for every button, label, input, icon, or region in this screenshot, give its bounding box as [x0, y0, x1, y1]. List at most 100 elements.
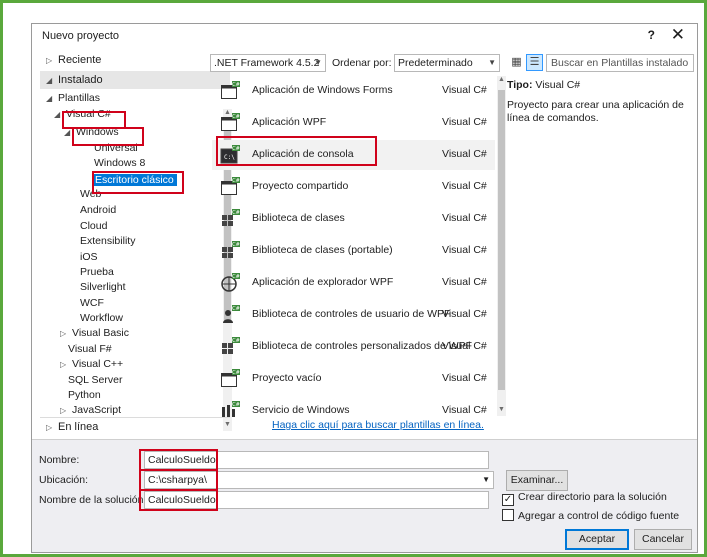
template-description: Proyecto para crear una aplicación de lí…	[507, 99, 684, 124]
wpf-browser-icon: C#	[220, 273, 240, 293]
wpf-custom-control-icon: C#	[220, 337, 240, 357]
chevron-down-icon: ▼	[488, 58, 496, 67]
tree-node[interactable]: Windows 8	[94, 156, 145, 171]
svg-text:C#: C#	[232, 402, 240, 408]
tree-node-label: Plantillas	[58, 92, 101, 104]
solution-name-label: Nombre de la solución:	[39, 494, 147, 506]
template-language: Visual C#	[442, 244, 487, 256]
svg-text:C#: C#	[232, 370, 240, 376]
template-scrollbar[interactable]: ▲ ▼	[497, 76, 506, 416]
tree-node[interactable]: ▷ Visual Basic	[60, 326, 129, 341]
template-item[interactable]: C# Aplicación WPF Visual C#	[212, 108, 495, 138]
tree-node[interactable]: Escritorio clásico	[92, 173, 177, 188]
windows-service-icon: C#	[220, 401, 240, 421]
help-button[interactable]: ?	[648, 28, 655, 42]
create-directory-checkbox[interactable]: ✓ Crear directorio para la solución	[502, 491, 667, 506]
tree-node-label: Windows 8	[94, 157, 146, 169]
collapsed-arrow-icon[interactable]: ▷	[60, 326, 72, 341]
tree-node[interactable]: Extensibility	[80, 234, 135, 249]
template-details: Tipo: Visual C# Proyecto para crear una …	[507, 79, 692, 125]
template-name: Aplicación WPF	[252, 116, 327, 128]
template-item[interactable]: C# Proyecto vacío Visual C#	[212, 364, 495, 394]
tree-node[interactable]: ▷ Visual C++	[60, 357, 123, 372]
new-project-dialog: Nuevo proyecto ? ✕ ▷ Reciente ◢ Instalado …	[31, 23, 698, 553]
template-language: Visual C#	[442, 276, 487, 288]
grid-view-icon[interactable]: ▦	[508, 54, 525, 71]
template-scroll-thumb[interactable]	[498, 90, 505, 390]
tree-node[interactable]: SQL Server	[68, 373, 122, 388]
tree-node[interactable]: Silverlight	[80, 280, 126, 295]
tree-node[interactable]: iOS	[80, 250, 98, 265]
wpf-user-control-icon: C#	[220, 305, 240, 325]
source-control-checkbox[interactable]: Agregar a control de código fuente	[502, 509, 679, 522]
expanded-arrow-icon[interactable]: ◢	[54, 107, 66, 122]
solution-name-input[interactable]: CalculoSueldo	[144, 491, 489, 509]
name-label: Nombre:	[39, 454, 80, 466]
svg-text:C#: C#	[232, 274, 240, 280]
list-view-icon[interactable]: ☰	[526, 54, 543, 71]
checkbox-unchecked-icon	[502, 509, 514, 521]
template-item[interactable]: C# Biblioteca de controles personalizados…	[212, 332, 495, 362]
expanded-arrow-icon: ◢	[46, 76, 53, 85]
template-item[interactable]: C# Biblioteca de controles de usuario de …	[212, 300, 495, 330]
tree-node[interactable]: WCF	[80, 296, 104, 311]
tree-node[interactable]: Workflow	[80, 311, 123, 326]
tree-node[interactable]: ◢ Visual C#	[54, 107, 111, 122]
section-recent[interactable]: ▷ Reciente	[40, 51, 230, 69]
expanded-arrow-icon[interactable]: ◢	[46, 91, 58, 106]
template-item[interactable]: C# Biblioteca de clases (portable) Visual …	[212, 236, 495, 266]
tree-node-label: Python	[68, 389, 101, 401]
dialog-title: Nuevo proyecto	[42, 30, 120, 42]
collapsed-arrow-icon[interactable]: ▷	[60, 357, 72, 372]
tree-node[interactable]: Android	[80, 203, 116, 218]
browse-button[interactable]: Examinar...	[506, 470, 568, 491]
template-item[interactable]: C:\ C# Aplicación de consola Visual C#	[212, 140, 495, 170]
scroll-down-icon[interactable]: ▼	[497, 406, 506, 416]
tree-node[interactable]: Visual F#	[68, 342, 112, 357]
svg-text:C#: C#	[232, 210, 240, 216]
template-name: Servicio de Windows	[252, 404, 350, 416]
framework-dropdown[interactable]: .NET Framework 4.5.2 ▼	[210, 54, 326, 72]
scroll-up-icon[interactable]: ▲	[497, 76, 506, 86]
expanded-arrow-icon[interactable]: ◢	[64, 125, 76, 140]
tree-node-label: Cloud	[80, 220, 108, 232]
tree-node[interactable]: ◢ Windows	[64, 125, 119, 140]
tree-node[interactable]: Web	[80, 187, 101, 202]
template-item[interactable]: C# Aplicación de explorador WPF Visual C#	[212, 268, 495, 298]
chevron-down-icon: ▼	[482, 475, 490, 484]
svg-text:C#: C#	[232, 306, 240, 312]
tree-node-label: Web	[80, 188, 102, 200]
template-name: Biblioteca de clases (portable)	[252, 244, 393, 256]
template-item[interactable]: C# Biblioteca de clases Visual C#	[212, 204, 495, 234]
svg-text:C#: C#	[232, 82, 240, 88]
tree-node-label: Escritorio clásico	[92, 174, 177, 186]
template-search-input[interactable]: Buscar en Plantillas instalado	[546, 54, 694, 72]
svg-text:C#: C#	[232, 242, 240, 248]
tree-node[interactable]: Universal	[94, 141, 138, 156]
section-online[interactable]: ▷ En línea	[40, 417, 230, 435]
location-input[interactable]: C:\csharpya\ ▼	[144, 471, 494, 489]
template-language: Visual C#	[442, 148, 487, 160]
shared-project-icon: C#	[220, 177, 240, 197]
type-value: Visual C#	[535, 79, 581, 91]
tree-node[interactable]: Python	[68, 388, 101, 403]
type-label: Tipo:	[507, 79, 533, 91]
collapsed-arrow-icon[interactable]: ▷	[60, 403, 72, 418]
search-online-link[interactable]: Haga clic aquí para buscar plantillas en…	[272, 419, 484, 431]
tree-node[interactable]: ▷ JavaScript	[60, 403, 121, 418]
tree-node-label: WCF	[80, 297, 104, 309]
collapsed-arrow-icon: ▷	[46, 56, 53, 65]
template-item[interactable]: C# Proyecto compartido Visual C#	[212, 172, 495, 202]
template-name: Biblioteca de controles de usuario de WP…	[252, 308, 451, 320]
project-name-input[interactable]: CalculoSueldo	[144, 451, 489, 469]
template-name: Aplicación de consola	[252, 148, 354, 160]
tree-node[interactable]: Cloud	[80, 219, 107, 234]
sort-dropdown[interactable]: Predeterminado ▼	[394, 54, 500, 72]
tree-node[interactable]: Prueba	[80, 265, 114, 280]
ok-button[interactable]: Aceptar	[565, 529, 629, 550]
template-item[interactable]: C# Aplicación de Windows Forms Visual C#	[212, 76, 495, 106]
cancel-button[interactable]: Cancelar	[634, 529, 692, 550]
tree-node[interactable]: ◢ Plantillas	[46, 91, 100, 106]
section-installed[interactable]: ◢ Instalado	[40, 71, 230, 89]
close-button[interactable]: ✕	[671, 25, 685, 45]
